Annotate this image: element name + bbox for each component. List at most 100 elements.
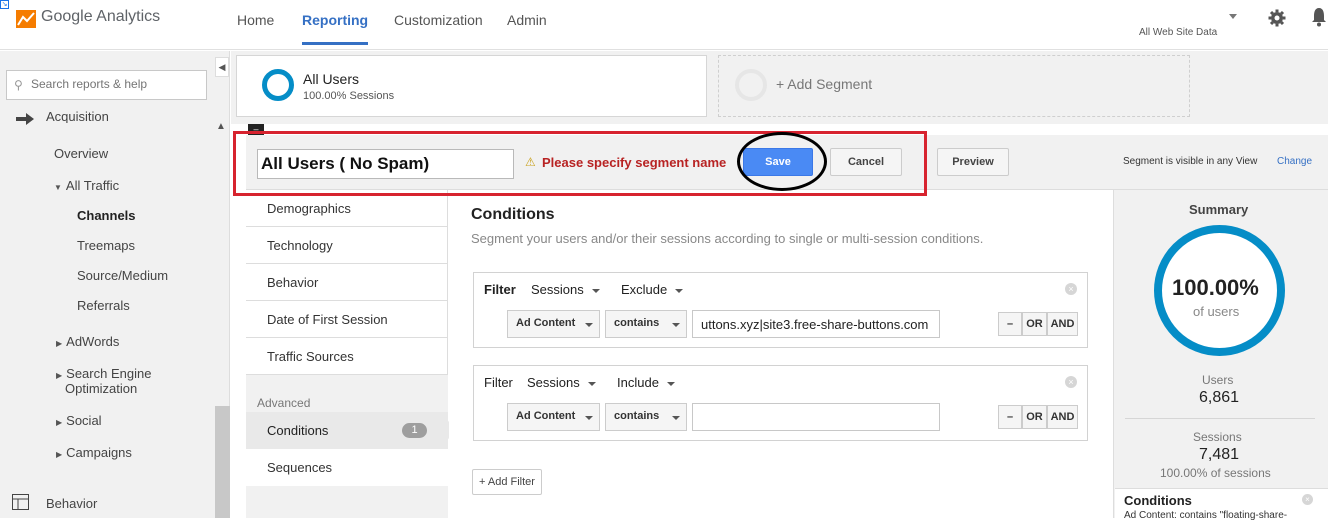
conditions-subtitle: Segment your users and/or their sessions… [471,231,984,246]
dropdown-value: Include [617,375,659,390]
dimension-select[interactable]: Ad Content [507,403,600,431]
sidebar-item-channels[interactable]: Channels [77,208,136,223]
sessions-label: Sessions [1193,430,1242,444]
caret-icon [587,381,596,386]
summary-title: Summary [1189,202,1249,217]
sidebar-scrollbar[interactable] [215,406,230,518]
add-segment-button[interactable]: + Add Segment [776,76,872,92]
sidebar-item-acquisition[interactable]: Acquisition [46,109,109,123]
summary-percent: 100.00% [1172,275,1259,300]
tab-customization[interactable]: Customization [394,12,483,42]
summary-conditions-title: Conditions [1124,493,1192,508]
caret-icon [666,381,675,386]
caret-icon [675,288,684,293]
sidebar-item-source-medium[interactable]: Source/Medium [77,268,168,283]
remove-filter-icon[interactable]: × [1065,283,1077,295]
and-button[interactable]: AND [1047,405,1078,429]
acquisition-icon [16,113,34,125]
sidebar-item-seo-line2[interactable]: Optimization [65,381,137,396]
view-selector[interactable]: All Web Site Data [1139,27,1217,38]
sidebar-item-seo[interactable]: ▶ Search Engine [56,366,151,381]
collapse-sidebar-button[interactable]: ◀ [215,57,229,77]
remove-condition-button[interactable]: – [998,405,1022,429]
category-technology[interactable]: Technology [246,227,448,264]
filter-label: Filter [484,375,513,390]
caret-icon [585,323,593,327]
segment-ring-icon [262,69,294,101]
or-button[interactable]: OR [1022,405,1047,429]
sidebar-item-campaigns[interactable]: ▶ Campaigns [56,445,132,460]
conditions-title: Conditions [471,206,555,223]
sidebar-item-all-traffic[interactable]: ▼ All Traffic [54,178,119,193]
filter-scope-dropdown[interactable]: Sessions [527,375,596,390]
sidebar-item-treemaps[interactable]: Treemaps [77,238,135,253]
search-field[interactable]: ⚲ [6,70,207,100]
sidebar-item-adwords[interactable]: ▶ AdWords [56,334,119,349]
category-sequences[interactable]: Sequences [246,449,448,486]
analytics-logo-icon[interactable] [16,8,36,28]
filter-value-input[interactable] [692,403,940,431]
segment-name: All Users [303,71,360,87]
operator-select[interactable]: contains [605,310,687,338]
sidebar-item-label: All Traffic [65,178,120,193]
remove-condition-button[interactable]: – [998,312,1022,336]
window-icon: ↘ [0,0,9,9]
caret-icon [672,323,680,327]
sidebar-item-referrals[interactable]: Referrals [77,298,130,313]
sidebar-item-behavior[interactable]: Behavior [46,496,97,511]
tab-admin[interactable]: Admin [507,12,547,42]
sidebar-item-overview[interactable]: Overview [54,146,108,161]
tab-reporting[interactable]: Reporting [302,12,369,45]
filter-mode-dropdown[interactable]: Include [617,375,675,390]
caret-icon [591,288,600,293]
sidebar-item-label: Campaigns [66,445,132,460]
users-label: Users [1202,373,1234,387]
search-input[interactable] [31,77,201,91]
collapsed-triangle-icon: ▶ [56,371,63,380]
caret-icon [585,416,593,420]
expanded-triangle-icon: ▼ [54,183,62,192]
tab-home[interactable]: Home [237,12,274,42]
close-icon[interactable]: × [1302,494,1313,505]
dropdown-value: Sessions [531,282,584,297]
advanced-heading: Advanced [257,396,311,410]
sidebar-item-label: Search Engine [66,366,152,381]
remove-filter-icon[interactable]: × [1065,376,1077,388]
collapsed-triangle-icon: ▶ [56,418,63,427]
collapsed-triangle-icon: ▶ [56,339,63,348]
filter-mode-dropdown[interactable]: Exclude [621,282,684,297]
dropdown-value: Exclude [621,282,668,297]
filter-scope-dropdown[interactable]: Sessions [531,282,600,297]
or-button[interactable]: OR [1022,312,1047,336]
and-button[interactable]: AND [1047,312,1078,336]
category-traffic-sources[interactable]: Traffic Sources [246,338,448,375]
search-icon: ⚲ [14,78,23,92]
empty-segment-ring-icon [735,69,767,101]
annotation-circle [737,132,827,191]
caret-icon [672,416,680,420]
change-visibility-link[interactable]: Change [1277,156,1312,167]
top-bar: ↘ Google Analytics Home Reporting Custom… [0,0,1328,50]
app-name[interactable]: Google Analytics [41,8,160,26]
select-value: Ad Content [516,410,576,422]
sidebar-item-social[interactable]: ▶ Social [56,413,102,428]
add-filter-button[interactable]: + Add Filter [472,469,542,495]
chevron-down-icon[interactable] [1229,14,1237,19]
category-behavior[interactable]: Behavior [246,264,448,301]
filter-value-input[interactable]: uttons.xyz|site3.free-share-buttons.com [692,310,940,338]
category-date-of-first-session[interactable]: Date of First Session [246,301,448,338]
collapsed-triangle-icon: ▶ [56,450,63,459]
bell-icon[interactable] [1311,7,1328,27]
dropdown-value: Sessions [527,375,580,390]
gear-icon[interactable] [1268,9,1286,27]
preview-button[interactable]: Preview [937,148,1009,176]
scroll-up-icon[interactable]: ▲ [216,121,226,132]
behavior-icon [12,494,29,510]
visibility-text: Segment is visible in any View [1123,156,1258,167]
select-value: contains [614,410,660,422]
sidebar-item-label: AdWords [66,334,120,349]
conditions-count-badge: 1 [402,423,427,438]
dimension-select[interactable]: Ad Content [507,310,600,338]
operator-select[interactable]: contains [605,403,687,431]
summary-divider [1125,418,1315,419]
